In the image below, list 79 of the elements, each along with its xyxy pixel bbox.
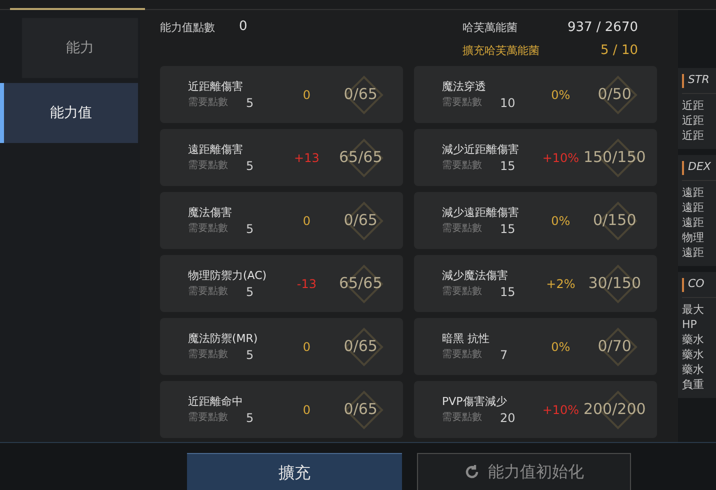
panel-line: 近距 bbox=[682, 113, 705, 128]
cost-label: 需要點數 bbox=[442, 222, 482, 236]
points-value: 0 bbox=[239, 20, 248, 34]
section-title: DEX bbox=[688, 159, 711, 176]
stat-name: PVP傷害減少 bbox=[442, 394, 508, 410]
panel-line: 近距 bbox=[682, 98, 705, 113]
stat-name: 近距離命中 bbox=[188, 394, 244, 410]
stat-name: 減少遠距離傷害 bbox=[442, 204, 520, 220]
cost-label: 需要點數 bbox=[442, 348, 482, 362]
cost-label: 需要點數 bbox=[442, 96, 482, 110]
panel-line: 藥水 bbox=[682, 362, 705, 377]
section-title: CO bbox=[688, 276, 704, 292]
stat-bonus: +2% bbox=[545, 276, 576, 292]
cost-label: 需要點數 bbox=[188, 222, 228, 236]
cost-value: 5 bbox=[246, 94, 254, 110]
panel-line: HP bbox=[682, 317, 698, 332]
stat-bonus: +10% bbox=[541, 150, 580, 166]
accent-bar bbox=[682, 160, 684, 174]
stat-bonus: 0 bbox=[302, 402, 312, 418]
panel-line: 遠距 bbox=[682, 215, 705, 230]
stat-name: 物理防禦力(AC) bbox=[188, 268, 268, 284]
cost-value: 5 bbox=[246, 284, 254, 300]
panel-line: 藥水 bbox=[682, 332, 705, 347]
stat-name: 遠距離傷害 bbox=[188, 142, 244, 158]
stat-bonus: 0 bbox=[302, 212, 312, 230]
panel-line: 遠距 bbox=[682, 245, 705, 260]
cost-label: 需要點數 bbox=[442, 284, 482, 298]
expand-label: 擴充哈芙萬能菌 bbox=[462, 43, 540, 59]
panel-line: 近距 bbox=[682, 128, 705, 143]
stat-bonus: -13 bbox=[296, 276, 318, 292]
stat-name: 減少魔法傷害 bbox=[442, 268, 509, 284]
reset-button[interactable]: 能力值初始化 bbox=[417, 453, 631, 490]
resource-value: 937 / 2670 bbox=[567, 20, 638, 37]
cost-label: 需要點數 bbox=[188, 348, 228, 362]
sidebar-tab[interactable]: 能力 bbox=[22, 18, 138, 78]
cost-value: 15 bbox=[500, 158, 516, 174]
cost-value: 5 bbox=[246, 410, 254, 426]
cost-value: 5 bbox=[246, 220, 254, 236]
accent-bar bbox=[682, 74, 684, 88]
cost-value: 15 bbox=[500, 284, 516, 300]
section-title: STR bbox=[688, 72, 710, 88]
expand-button[interactable]: 擴充 bbox=[187, 453, 402, 490]
stat-bonus: 0% bbox=[550, 86, 572, 104]
panel-line: 負重 bbox=[682, 377, 705, 392]
panel-line: 藥水 bbox=[682, 347, 705, 362]
stat-bonus: +10% bbox=[541, 402, 580, 418]
cost-value: 5 bbox=[246, 346, 254, 362]
refresh-icon bbox=[464, 464, 480, 480]
stat-name: 近距離傷害 bbox=[188, 78, 244, 94]
stat-name: 暗黑 抗性 bbox=[442, 330, 490, 346]
panel-line: 物理 bbox=[682, 230, 705, 245]
stat-bonus: 0% bbox=[550, 212, 572, 230]
sidebar-tab[interactable]: 能力值 bbox=[0, 83, 138, 143]
stat-bonus: 0 bbox=[302, 338, 312, 356]
stat-bonus: 0% bbox=[550, 338, 572, 356]
cost-label: 需要點數 bbox=[188, 410, 228, 424]
cost-label: 需要點數 bbox=[188, 284, 228, 298]
panel-line: 遠距 bbox=[682, 200, 705, 215]
cost-value: 10 bbox=[500, 94, 516, 110]
expand-value: 5 / 10 bbox=[600, 43, 638, 60]
cost-label: 需要點數 bbox=[442, 410, 482, 424]
panel-line: 遠距 bbox=[682, 185, 705, 200]
panel-line: 最大 bbox=[682, 302, 705, 317]
stat-bonus: 0 bbox=[302, 86, 312, 104]
stat-bonus: +13 bbox=[293, 150, 320, 166]
cost-label: 需要點數 bbox=[442, 158, 482, 172]
resource-label: 哈芙萬能菌 bbox=[462, 20, 518, 36]
stat-name: 魔法防禦(MR) bbox=[188, 330, 259, 346]
cost-value: 5 bbox=[246, 158, 254, 174]
stat-name: 減少近距離傷害 bbox=[442, 142, 520, 158]
stat-name: 魔法傷害 bbox=[188, 204, 233, 220]
cost-value: 15 bbox=[500, 220, 516, 236]
cost-label: 需要點數 bbox=[188, 158, 228, 172]
accent-bar bbox=[682, 278, 684, 292]
stat-name: 魔法穿透 bbox=[442, 78, 487, 94]
points-label: 能力值點數 bbox=[160, 20, 215, 36]
cost-value: 7 bbox=[500, 346, 508, 362]
cost-label: 需要點數 bbox=[188, 96, 228, 110]
cost-value: 20 bbox=[500, 410, 516, 426]
